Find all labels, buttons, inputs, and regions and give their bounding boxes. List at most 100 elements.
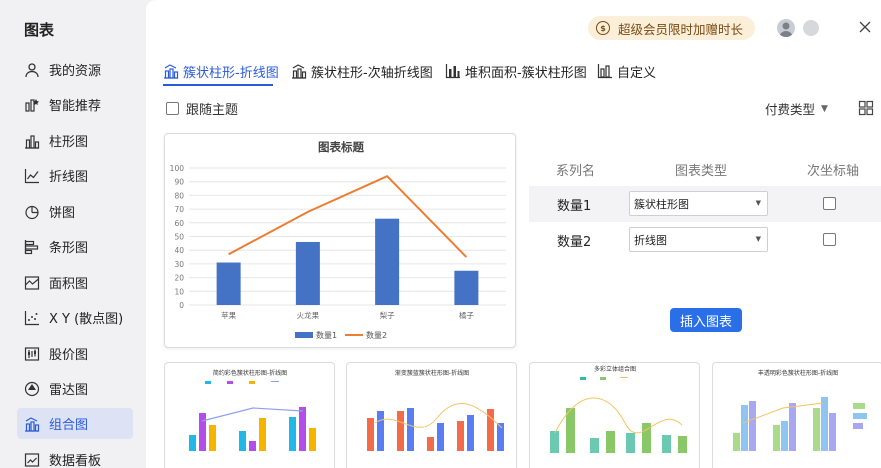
preview-chart-svg: 图表标题 0 10 20 30 40 50 60 70 80 90 100 苹果 火龙果 梨子 橘子数量1 数量… [170, 140, 506, 340]
sidebar-item-line-chart[interactable]: 折线图 [17, 160, 133, 191]
tab-label: 堆积面积-簇状柱形图 [465, 65, 587, 81]
secondary-axis-checkbox[interactable] [823, 233, 836, 246]
sidebar-item-my-resources[interactable]: 我的资源 [17, 54, 133, 85]
grid-view-icon[interactable] [858, 100, 874, 116]
x-tick-label: 火龙果 [297, 310, 320, 320]
sidebar-item-horizontal-bar[interactable]: 条形图 [17, 231, 133, 262]
follow-theme-checkbox[interactable] [166, 102, 179, 115]
member-badge-icon[interactable] [803, 20, 819, 36]
chart-type-select[interactable]: 簇状柱形图 ▼ [629, 191, 768, 216]
tab-label: 簇状柱形-次轴折线图 [311, 65, 433, 81]
y-tick-label: 70 [174, 205, 184, 214]
series-name: 数量1 [557, 199, 592, 214]
template-thumbnail: 丰透明彩色簇状柱形图-折线图 [733, 369, 867, 451]
template-card[interactable]: 渐变簇蓝簇状柱形图-折线图 [346, 362, 517, 468]
sidebar-item-smart-recommend[interactable]: 智能推荐 [17, 89, 133, 120]
series-row: 数量1 簇状柱形图 ▼ [529, 186, 881, 222]
tab-cluster-column-line[interactable]: 簇状柱形-折线图 [163, 60, 279, 82]
template-title: 丰透明彩色簇状柱形图-折线图 [758, 369, 838, 377]
tab-stacked-area-cluster-column[interactable]: 堆积面积-簇状柱形图 [445, 60, 587, 82]
sidebar-item-label: 组合图 [49, 418, 89, 433]
template-card[interactable]: 多彩立体组合图 [529, 362, 700, 468]
template-card[interactable]: 丰透明彩色簇状柱形图-折线图 [712, 362, 881, 468]
template-title: 简约彩色簇状柱形图-折线图 [213, 369, 287, 377]
radar-chart-icon [23, 380, 41, 398]
sidebar-item-scatter[interactable]: X Y (散点图) [17, 302, 133, 333]
y-tick-label: 50 [174, 233, 184, 242]
sidebar-item-stock-chart[interactable]: 股价图 [17, 338, 133, 369]
chart-preview: 图表标题 0 10 20 30 40 50 60 70 80 90 100 苹果 火龙果 梨子 橘子 数量1 数量… [164, 133, 516, 348]
scatter-icon [23, 309, 41, 327]
vip-promo-badge[interactable]: $ 超级会员限时加赠时长 [588, 16, 756, 40]
main-panel: $ 超级会员限时加赠时长 簇状柱形-折线图 簇状柱形-次轴折线图 堆积面积-簇状… [146, 0, 881, 468]
sidebar-item-label: 数据看板 [49, 454, 102, 468]
tab-custom[interactable]: 自定义 [597, 60, 656, 82]
combo-chart-icon [164, 64, 179, 79]
tab-cluster-column-secondary-line[interactable]: 簇状柱形-次轴折线图 [291, 60, 433, 82]
legend-label: 数量1 [316, 330, 337, 340]
sidebar-item-label: 面积图 [49, 277, 89, 292]
y-tick-label: 60 [174, 219, 184, 228]
chart-type-select[interactable]: 折线图 ▼ [629, 227, 768, 252]
sidebar-item-label: 柱形图 [49, 135, 89, 150]
sidebar-item-label: 我的资源 [49, 64, 102, 79]
chart-type-value: 折线图 [634, 233, 667, 247]
custom-chart-icon [597, 64, 612, 79]
sidebar-item-label: X Y (散点图) [49, 312, 124, 327]
sidebar-item-label: 条形图 [49, 241, 89, 256]
active-tab-indicator [163, 84, 273, 86]
sidebar-item-area-chart[interactable]: 面积图 [17, 267, 133, 298]
bar [454, 270, 479, 305]
sidebar-item-label: 智能推荐 [49, 99, 102, 114]
line-chart-icon [23, 167, 41, 185]
bar-chart-icon [23, 132, 41, 150]
dashboard-icon [23, 451, 41, 468]
y-tick-label: 40 [174, 246, 184, 255]
template-card[interactable]: 简约彩色簇状柱形图-折线图 [164, 362, 335, 468]
y-tick-label: 20 [174, 274, 184, 283]
col-header-secondary-axis: 次坐标轴 [807, 164, 860, 179]
caret-down-icon: ▼ [821, 103, 828, 114]
horizontal-bar-icon [23, 238, 41, 256]
follow-theme-option[interactable]: 跟随主题 [166, 99, 238, 118]
x-tick-label: 苹果 [221, 310, 236, 320]
secondary-axis-checkbox[interactable] [823, 197, 836, 210]
sidebar-item-combo-chart[interactable]: 组合图 [17, 408, 133, 439]
sidebar-title: 图表 [24, 21, 55, 39]
smart-recommend-icon [23, 96, 41, 114]
stock-chart-icon [23, 345, 41, 363]
chevron-down-icon: ▼ [755, 199, 761, 207]
sidebar-item-bar-chart[interactable]: 柱形图 [17, 125, 133, 156]
insert-chart-button[interactable]: 插入图表 [670, 308, 742, 332]
close-icon[interactable] [857, 19, 873, 35]
sidebar-item-label: 折线图 [49, 170, 89, 185]
series-row: 数量2 折线图 ▼ [529, 222, 881, 258]
stacked-area-icon [445, 64, 460, 79]
template-title: 渐变簇蓝簇状柱形图-折线图 [395, 369, 469, 377]
legend-label: 数量2 [366, 330, 387, 340]
sidebar-item-label: 雷达图 [49, 383, 89, 398]
template-thumbnail: 简约彩色簇状柱形图-折线图 [189, 369, 316, 451]
y-tick-label: 100 [170, 164, 185, 173]
chart-type-value: 簇状柱形图 [634, 197, 689, 211]
follow-theme-label: 跟随主题 [186, 103, 239, 118]
bar [295, 241, 320, 305]
series-line [228, 175, 468, 258]
y-tick-label: 80 [174, 191, 184, 200]
sidebar-item-radar-chart[interactable]: 雷达图 [17, 373, 133, 404]
sidebar-item-label: 饼图 [49, 206, 76, 221]
area-chart-icon [23, 274, 41, 292]
combo-chart-icon [23, 415, 41, 433]
col-header-series-name: 系列名 [556, 164, 596, 179]
paid-type-label: 付费类型 [765, 102, 816, 117]
legend-swatch [295, 332, 313, 338]
avatar[interactable] [777, 19, 795, 37]
y-tick-label: 0 [179, 301, 184, 310]
sidebar-item-pie-chart[interactable]: 饼图 [17, 196, 133, 227]
template-thumbnail: 多彩立体组合图 [550, 365, 687, 453]
pie-chart-icon [23, 203, 41, 221]
chevron-down-icon: ▼ [755, 235, 761, 243]
paid-type-dropdown[interactable]: 付费类型 ▼ [765, 99, 828, 118]
sidebar-item-dashboard[interactable]: 数据看板 [17, 444, 133, 468]
vip-promo-label: 超级会员限时加赠时长 [618, 21, 744, 37]
